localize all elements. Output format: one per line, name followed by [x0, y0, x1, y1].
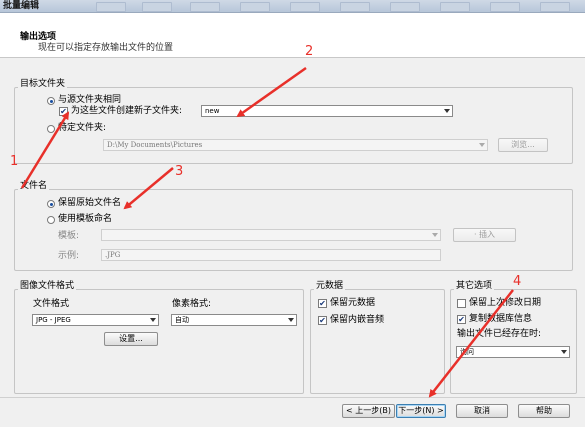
annotation-number-2: 2	[305, 44, 314, 59]
annotation-arrow-3	[123, 167, 174, 210]
annotation-number-3: 3	[175, 164, 184, 179]
annotation-number-4: 4	[513, 274, 522, 289]
annotation-overlay	[20, 66, 514, 398]
annotation-arrow-4	[428, 289, 514, 398]
annotation-arrow-1	[20, 111, 70, 189]
annotation-arrow-2	[236, 66, 307, 118]
annotation-number-1: 1	[10, 154, 19, 169]
